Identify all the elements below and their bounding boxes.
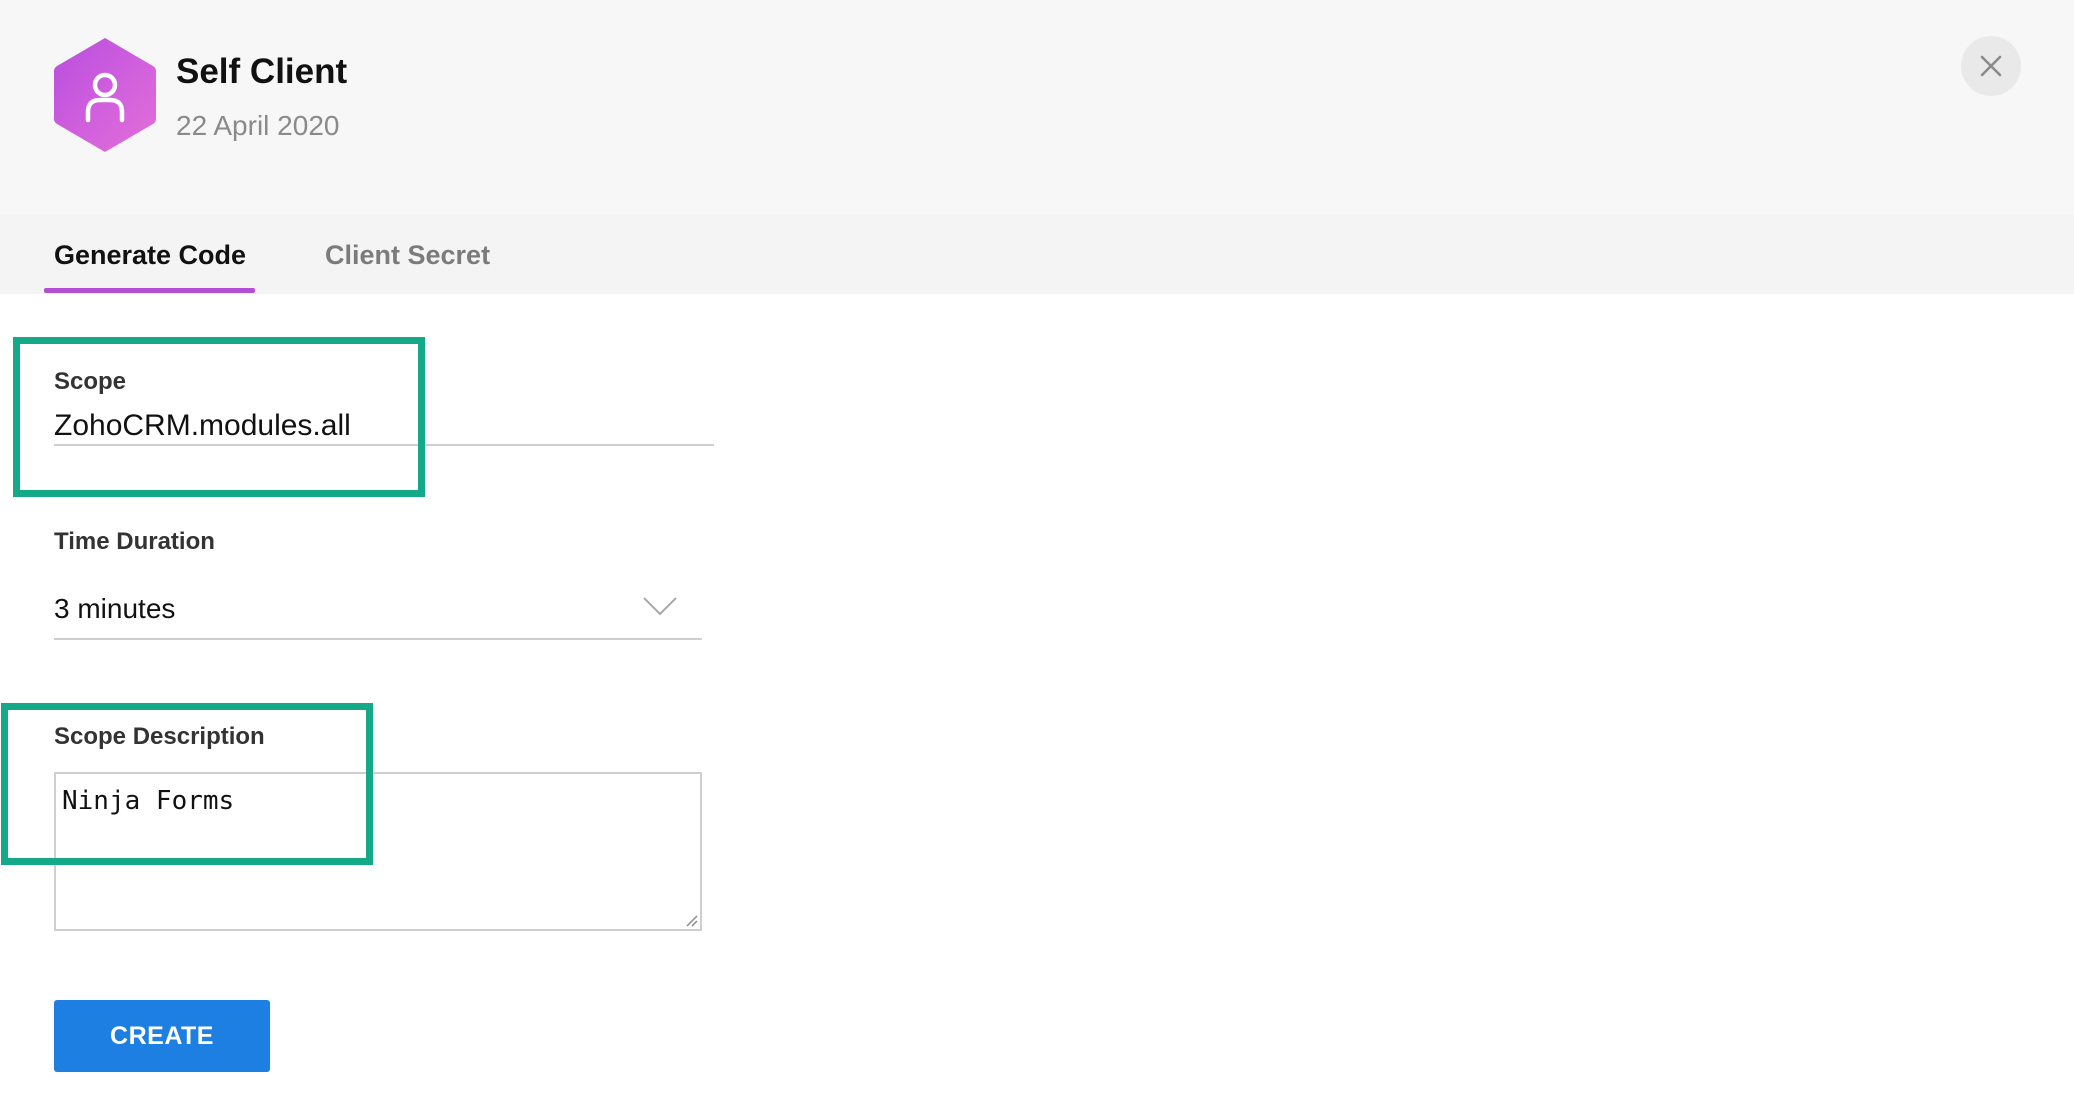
close-icon [1980,55,2002,77]
time-duration-underline [54,638,702,640]
time-duration-select[interactable]: 3 minutes [54,585,702,641]
panel-header: Self Client 22 April 2020 [0,0,2074,214]
chevron-down-icon [643,597,677,616]
tab-client-secret[interactable]: Client Secret [325,240,490,271]
page-title: Self Client [176,52,348,91]
scope-description-text: Ninja Forms [62,786,235,816]
created-date: 22 April 2020 [176,110,340,141]
scope-description-textarea[interactable]: Ninja Forms [54,772,702,931]
self-client-avatar [52,36,158,154]
active-tab-indicator [44,288,255,293]
close-button[interactable] [1961,36,2021,96]
create-button[interactable]: CREATE [54,1000,270,1072]
scope-description-label: Scope Description [54,723,265,750]
user-icon [54,38,156,152]
time-duration-value: 3 minutes [54,593,176,624]
scope-label: Scope [54,368,127,395]
self-client-panel: Self Client 22 April 2020 Generate Code … [0,0,2074,1100]
tab-bar: Generate Code Client Secret [0,214,2074,294]
scope-input[interactable]: ZohoCRM.modules.all [54,409,351,443]
tab-generate-code[interactable]: Generate Code [54,240,246,271]
time-duration-label: Time Duration [54,528,215,555]
scope-input-underline [54,444,714,446]
resize-handle-icon[interactable] [682,911,698,927]
